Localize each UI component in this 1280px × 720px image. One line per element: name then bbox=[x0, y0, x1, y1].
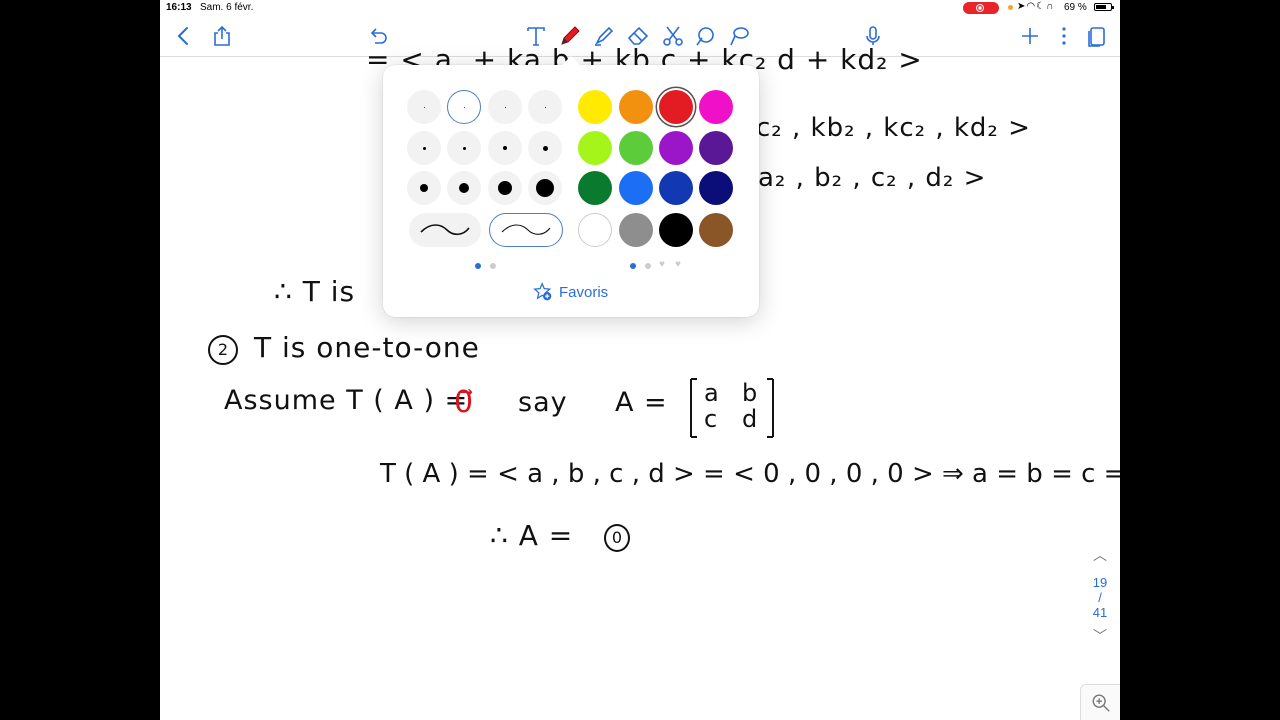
item-number-circle: 2 bbox=[208, 335, 238, 365]
stroke-size-dot bbox=[459, 183, 469, 193]
stroke-size-dot bbox=[536, 179, 554, 197]
color-swatch[interactable] bbox=[578, 131, 612, 165]
stroke-style-variable[interactable] bbox=[489, 213, 563, 247]
stroke-size-dot bbox=[544, 106, 546, 108]
stroke-size-option[interactable] bbox=[447, 131, 481, 165]
matrix-entry-a: a bbox=[704, 379, 720, 407]
location-icon: ➤ bbox=[1017, 1, 1027, 12]
color-swatch[interactable] bbox=[619, 131, 653, 165]
back-chevron-icon[interactable] bbox=[170, 22, 198, 50]
color-swatch[interactable] bbox=[619, 213, 653, 247]
stroke-size-option[interactable] bbox=[528, 171, 562, 205]
zero-vector: 0⃗ bbox=[454, 385, 475, 420]
star-plus-icon bbox=[533, 282, 552, 301]
moon-icon: ☾ bbox=[1036, 1, 1047, 12]
color-page-dot-2[interactable] bbox=[645, 263, 651, 269]
orange-indicator-icon bbox=[1008, 5, 1013, 10]
handwriting-line-2: c₂ , kb₂ , kc₂ , kd₂ > bbox=[756, 113, 1031, 143]
stroke-size-option[interactable] bbox=[488, 171, 522, 205]
stroke-size-dot bbox=[423, 106, 425, 108]
page-navigator: ︿ 19 / 41 ﹀ bbox=[1080, 545, 1120, 646]
zero-matrix-symbol: 0 bbox=[604, 524, 630, 552]
popover-arrow bbox=[561, 56, 581, 66]
stroke-size-dot bbox=[462, 146, 466, 150]
stroke-size-dot bbox=[503, 146, 507, 150]
color-swatch[interactable] bbox=[619, 90, 653, 124]
color-swatch[interactable] bbox=[578, 213, 612, 247]
status-icons: ➤◠☾∩ bbox=[1017, 1, 1054, 12]
handwriting-a-equals: A = bbox=[615, 387, 668, 418]
favorites-page-heart-icon[interactable]: ♥ bbox=[675, 259, 681, 270]
stroke-size-dot bbox=[422, 146, 426, 150]
matrix-entry-d: d bbox=[742, 405, 759, 433]
color-swatch[interactable] bbox=[699, 90, 733, 124]
stroke-size-option[interactable] bbox=[488, 90, 522, 124]
stroke-size-option[interactable] bbox=[407, 131, 441, 165]
handwriting-line-8: ∴ A = bbox=[490, 519, 574, 552]
size-page-dot-1[interactable] bbox=[475, 263, 481, 269]
stroke-size-option[interactable] bbox=[488, 131, 522, 165]
stroke-size-option[interactable] bbox=[447, 171, 481, 205]
total-pages: 41 bbox=[1092, 605, 1108, 620]
add-icon[interactable] bbox=[1016, 22, 1044, 50]
favorites-label: Favoris bbox=[559, 283, 609, 301]
pen-settings-popover: ♥ ♥ Favoris bbox=[383, 56, 759, 317]
stroke-size-dot bbox=[498, 181, 512, 195]
matrix: a b c d bbox=[690, 378, 774, 438]
handwriting-line-4: ∴ T is bbox=[274, 275, 356, 308]
page-down-chevron-icon[interactable]: ﹀ bbox=[1080, 626, 1120, 646]
stroke-size-dot bbox=[542, 145, 548, 151]
stroke-style-smooth[interactable] bbox=[409, 213, 481, 247]
color-swatch[interactable] bbox=[578, 171, 612, 205]
share-icon[interactable] bbox=[208, 22, 236, 50]
color-swatch[interactable] bbox=[659, 90, 693, 124]
color-swatch[interactable] bbox=[578, 90, 612, 124]
stroke-size-option[interactable] bbox=[407, 90, 441, 124]
matrix-entry-c: c bbox=[704, 405, 719, 433]
color-swatch[interactable] bbox=[699, 213, 733, 247]
color-page-dot-1[interactable] bbox=[630, 263, 636, 269]
wifi-icon: ◠ bbox=[1026, 1, 1037, 12]
more-icon[interactable] bbox=[1050, 22, 1078, 50]
status-bar: 16:13 Sam. 6 févr. ➤◠☾∩ 69 % bbox=[160, 0, 1120, 16]
matrix-entry-b: b bbox=[742, 379, 759, 407]
color-swatch[interactable] bbox=[699, 171, 733, 205]
zoom-icon bbox=[1092, 694, 1110, 712]
favorites-button[interactable]: Favoris bbox=[533, 281, 608, 303]
handwriting-line-3: a₂ , b₂ , c₂ , d₂ > bbox=[758, 163, 987, 193]
app-screen: 16:13 Sam. 6 févr. ➤◠☾∩ 69 % = < a, + ka… bbox=[160, 0, 1120, 720]
handwriting-line-6: Assume T ( A ) = bbox=[224, 385, 469, 416]
battery-percent: 69 % bbox=[1064, 2, 1087, 13]
status-time: 16:13 bbox=[166, 2, 192, 13]
page-separator: / bbox=[1098, 590, 1102, 605]
color-swatch[interactable] bbox=[659, 131, 693, 165]
size-page-dot-2[interactable] bbox=[490, 263, 496, 269]
stroke-size-option[interactable] bbox=[447, 90, 481, 124]
stroke-size-option[interactable] bbox=[528, 90, 562, 124]
color-swatch[interactable] bbox=[619, 171, 653, 205]
stroke-size-dot bbox=[504, 106, 506, 108]
handwriting-line-5: T is one-to-one bbox=[254, 331, 480, 364]
stroke-wave-icon bbox=[420, 224, 470, 236]
color-swatch[interactable] bbox=[659, 213, 693, 247]
handwriting-say: say bbox=[518, 387, 568, 418]
current-page: 19 bbox=[1092, 575, 1108, 590]
headphones-icon: ∩ bbox=[1046, 1, 1055, 12]
favorites-page-heart-icon[interactable]: ♥ bbox=[659, 259, 665, 270]
handwriting-line-7: T ( A ) = < a , b , c , d > = < 0 , 0 , … bbox=[380, 459, 1120, 489]
zoom-button[interactable] bbox=[1080, 684, 1120, 720]
stroke-wave-variable-icon bbox=[501, 224, 551, 235]
stroke-size-option[interactable] bbox=[407, 171, 441, 205]
stroke-size-option[interactable] bbox=[528, 131, 562, 165]
pages-icon[interactable] bbox=[1083, 22, 1111, 50]
page-up-chevron-icon[interactable]: ︿ bbox=[1080, 545, 1120, 565]
stroke-size-dot bbox=[420, 184, 428, 192]
color-swatch[interactable] bbox=[659, 171, 693, 205]
color-swatch[interactable] bbox=[699, 131, 733, 165]
stroke-size-dot bbox=[463, 106, 465, 108]
battery-icon bbox=[1094, 3, 1114, 11]
screen-recording-icon[interactable] bbox=[963, 2, 999, 14]
status-date: Sam. 6 févr. bbox=[200, 2, 254, 13]
